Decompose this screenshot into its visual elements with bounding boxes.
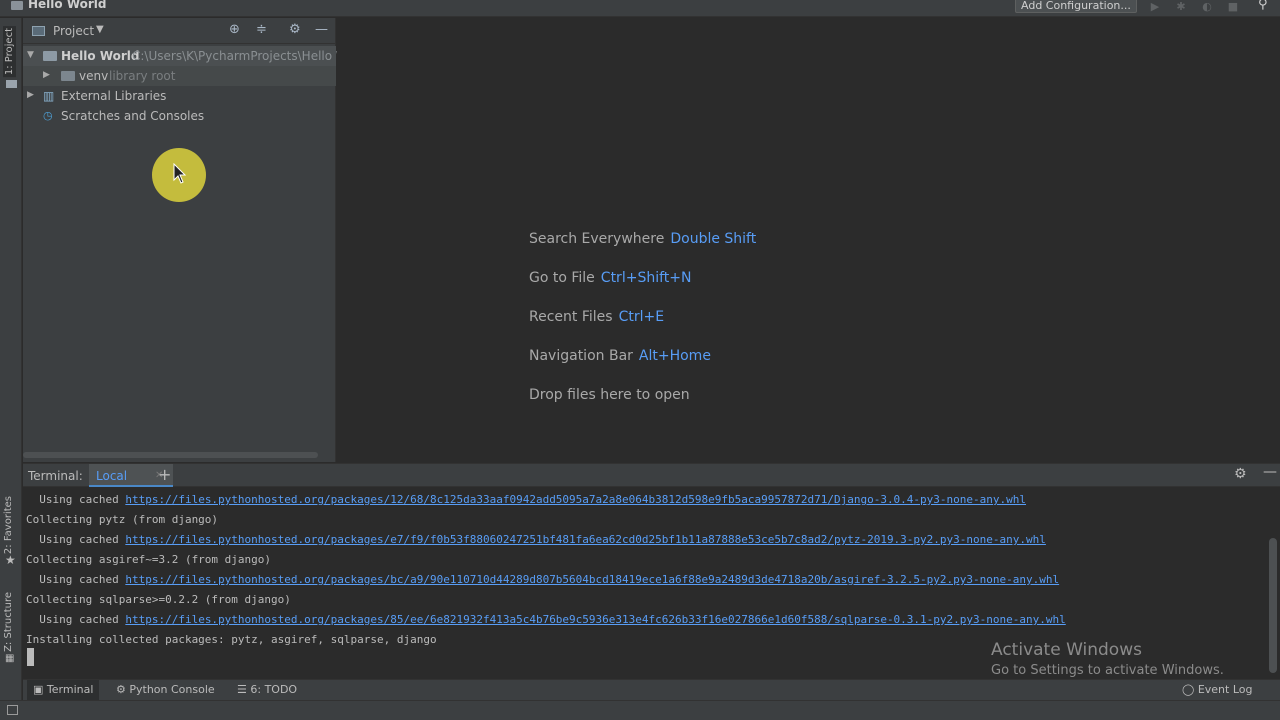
package-link[interactable]: https://files.pythonhosted.org/packages/… bbox=[125, 613, 1065, 626]
chevron-down-icon[interactable]: ▼ bbox=[96, 24, 104, 35]
gear-icon[interactable]: ⚙ bbox=[289, 22, 301, 37]
hint-search-everywhere: Search Everywhere Double Shift bbox=[529, 231, 757, 247]
terminal-output[interactable]: Using cached https://files.pythonhosted.… bbox=[23, 488, 1280, 678]
stop-icon[interactable]: ■ bbox=[1226, 0, 1240, 13]
structure-icon: ▦ bbox=[5, 653, 15, 664]
terminal-header: Terminal: Local ✕ + ⚙ — bbox=[23, 463, 1280, 487]
hint-drop-files: Drop files here to open bbox=[529, 387, 690, 403]
editor-area[interactable]: Search Everywhere Double Shift Go to File… bbox=[337, 18, 1280, 462]
library-icon: ▥ bbox=[43, 89, 55, 103]
hide-panel-icon[interactable]: — bbox=[1263, 464, 1277, 480]
star-icon: ★ bbox=[5, 553, 16, 567]
search-icon[interactable]: ⚲ bbox=[1258, 0, 1268, 12]
python-icon: ⚙ bbox=[116, 683, 126, 696]
folder-icon bbox=[43, 51, 57, 61]
tree-item-detail: library root bbox=[109, 69, 176, 83]
terminal-line: Using cached https://files.pythonhosted.… bbox=[26, 533, 1046, 546]
project-tool-tab[interactable]: 1: Project bbox=[3, 26, 16, 78]
collapsed-arrow-icon[interactable]: ▶ bbox=[27, 90, 34, 100]
project-panel-header: Project ▼ ⊕ ≑ ⚙ — bbox=[23, 18, 335, 44]
locate-icon[interactable]: ⊕ bbox=[229, 22, 240, 37]
list-icon: ☰ bbox=[237, 683, 247, 696]
tree-item-path: C:\Users\K\PycharmProjects\Hello Wo bbox=[132, 49, 355, 63]
left-tool-strip: 1: Project 2: Favorites ★ Z: Structure ▦ bbox=[0, 18, 22, 700]
python-console-tool-button[interactable]: ⚙ Python Console bbox=[116, 683, 215, 696]
tree-item-scratches[interactable]: ◷ Scratches and Consoles bbox=[23, 106, 336, 126]
project-view-selector[interactable]: Project bbox=[53, 24, 94, 38]
project-tool-icon bbox=[6, 80, 17, 88]
tree-item-label: Scratches and Consoles bbox=[61, 109, 205, 123]
project-view-icon bbox=[32, 26, 45, 36]
run-icon[interactable]: ▶ bbox=[1148, 0, 1162, 13]
status-bar bbox=[0, 700, 1280, 720]
terminal-line: Using cached https://files.pythonhosted.… bbox=[26, 493, 1027, 506]
terminal-icon: ▣ bbox=[33, 683, 44, 696]
scratch-icon: ◷ bbox=[43, 109, 53, 122]
tree-item-label: Hello World bbox=[61, 49, 140, 63]
hint-recent-files: Recent Files Ctrl+E bbox=[529, 309, 665, 325]
terminal-cursor bbox=[27, 648, 34, 666]
terminal-line: Collecting asgiref~=3.2 (from django) bbox=[26, 553, 272, 566]
project-panel: Project ▼ ⊕ ≑ ⚙ — ▼ Hello World C:\Users… bbox=[23, 18, 354, 462]
project-folder-icon bbox=[11, 1, 23, 10]
todo-tool-button[interactable]: ☰ 6: TODO bbox=[237, 683, 297, 696]
bottom-tool-bar: ▣ Terminal ⚙ Python Console ☰ 6: TODO ◯ … bbox=[23, 679, 1280, 700]
terminal-line: Collecting sqlparse>=0.2.2 (from django) bbox=[26, 593, 291, 606]
terminal-line: Using cached https://files.pythonhosted.… bbox=[26, 573, 1060, 586]
terminal-line: Using cached https://files.pythonhosted.… bbox=[26, 613, 1066, 626]
favorites-tool-tab[interactable]: 2: Favorites bbox=[3, 496, 14, 554]
terminal-tool-button[interactable]: ▣ Terminal bbox=[27, 680, 100, 700]
folder-icon bbox=[61, 71, 75, 81]
tab-local-label: Local bbox=[96, 469, 128, 483]
structure-tool-tab[interactable]: Z: Structure bbox=[3, 592, 14, 652]
toggle-tool-windows-icon[interactable] bbox=[7, 705, 18, 715]
tree-item-label: External Libraries bbox=[61, 89, 167, 103]
windows-activation-watermark: Activate Windows Go to Settings to activ… bbox=[991, 640, 1224, 678]
expand-arrow-icon[interactable]: ▼ bbox=[27, 50, 34, 60]
mouse-pointer-icon bbox=[173, 163, 187, 184]
tree-item-label: venv bbox=[79, 69, 109, 83]
collapsed-arrow-icon[interactable]: ▶ bbox=[43, 70, 50, 80]
terminal-line: Collecting pytz (from django) bbox=[26, 513, 219, 526]
coverage-icon[interactable]: ◐ bbox=[1200, 0, 1214, 13]
hint-go-to-file: Go to File Ctrl+Shift+N bbox=[529, 270, 692, 286]
gear-icon[interactable]: ⚙ bbox=[1234, 466, 1247, 482]
terminal-line: Installing collected packages: pytz, asg… bbox=[26, 633, 437, 646]
add-configuration-button[interactable]: Add Configuration... bbox=[1015, 0, 1137, 13]
tree-item-external-libraries[interactable]: ▶ ▥ External Libraries bbox=[23, 86, 336, 106]
package-link[interactable]: https://files.pythonhosted.org/packages/… bbox=[125, 573, 1059, 586]
window-title: Hello World bbox=[28, 0, 107, 11]
package-link[interactable]: https://files.pythonhosted.org/packages/… bbox=[125, 533, 1046, 546]
vertical-scrollbar[interactable] bbox=[1269, 538, 1277, 673]
new-session-icon[interactable]: + bbox=[158, 465, 171, 484]
debug-icon[interactable]: ✱ bbox=[1174, 0, 1188, 13]
event-log-icon: ◯ bbox=[1182, 683, 1195, 696]
collapse-all-icon[interactable]: ≑ bbox=[256, 22, 267, 37]
event-log-button[interactable]: ◯ Event Log bbox=[1182, 683, 1252, 696]
hide-panel-icon[interactable]: — bbox=[315, 22, 328, 37]
title-bar: Hello World Add Configuration... ▶ ✱ ◐ ■… bbox=[0, 0, 1280, 17]
hint-navigation-bar: Navigation Bar Alt+Home bbox=[529, 348, 711, 364]
horizontal-scrollbar[interactable] bbox=[23, 452, 318, 458]
tree-item-venv[interactable]: ▶ venv library root bbox=[23, 66, 336, 86]
package-link[interactable]: https://files.pythonhosted.org/packages/… bbox=[125, 493, 1026, 506]
terminal-label: Terminal: bbox=[28, 469, 83, 483]
tree-item-hello-world[interactable]: ▼ Hello World C:\Users\K\PycharmProjects… bbox=[23, 46, 354, 66]
